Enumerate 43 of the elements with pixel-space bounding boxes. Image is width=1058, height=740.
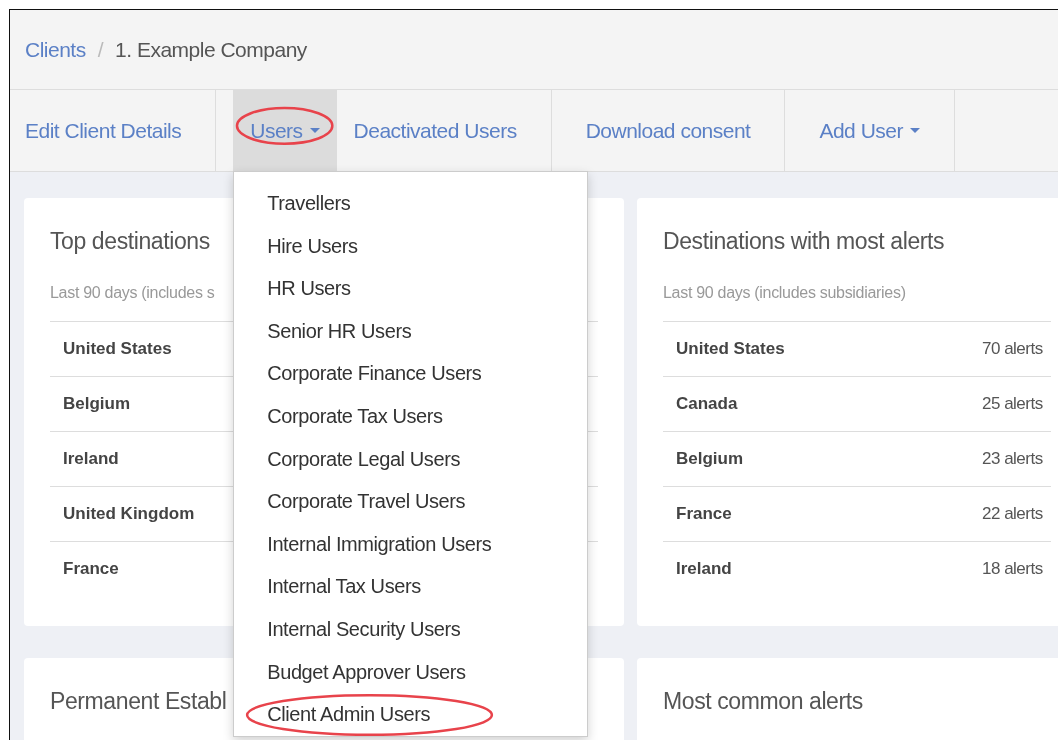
menu-item[interactable]: Internal Tax Users: [234, 565, 588, 608]
menu-item[interactable]: Hire Users: [234, 224, 588, 268]
caret-icon: [910, 128, 920, 133]
alert-count: 70 alerts: [982, 337, 1043, 360]
country-name: United Kingdom: [63, 503, 195, 523]
country-name: Belgium: [676, 448, 744, 468]
menu-item[interactable]: Corporate Legal Users: [234, 437, 588, 481]
country-name: Ireland: [676, 558, 732, 578]
country-name: Canada: [676, 393, 738, 413]
country-name: France: [676, 503, 732, 523]
menu-item[interactable]: Corporate Finance Users: [234, 352, 588, 395]
breadcrumb-link[interactable]: Clients: [25, 33, 86, 66]
alert-count: 22 alerts: [982, 502, 1043, 525]
caret-icon: [309, 128, 320, 133]
menu-item[interactable]: Client Admin Users: [234, 693, 588, 736]
country-name: France: [63, 558, 119, 578]
card-title: Destinations with most alerts: [663, 228, 945, 254]
alert-count: 25 alerts: [982, 392, 1043, 415]
menu-item[interactable]: Internal Immigration Users: [234, 522, 588, 566]
nav-tab[interactable]: Add User: [802, 90, 937, 171]
card-title: Most common alerts: [663, 687, 863, 714]
menu-item[interactable]: Internal Security Users: [234, 607, 588, 651]
menu-item[interactable]: Travellers: [234, 182, 588, 225]
country-name: United States: [676, 338, 785, 358]
menu-item[interactable]: Senior HR Users: [234, 309, 588, 353]
menu-item[interactable]: Budget Approver Users: [234, 650, 588, 694]
country-name: United States: [63, 338, 172, 358]
country-name: Ireland: [63, 448, 119, 468]
alert-count: 18 alerts: [982, 557, 1043, 580]
nav-tab[interactable]: Edit Client Details: [10, 90, 199, 171]
alert-count: 23 alerts: [982, 447, 1043, 470]
card-title: Permanent Establ: [50, 687, 227, 714]
menu-item[interactable]: Corporate Travel Users: [234, 480, 588, 523]
country-name: Belgium: [63, 393, 131, 413]
menu-item[interactable]: Corporate Tax Users: [234, 394, 588, 438]
menu-item[interactable]: HR Users: [234, 267, 588, 310]
card-subtitle: Last 90 days (includes s: [50, 283, 215, 301]
card-title: Top destinations: [50, 228, 210, 254]
breadcrumb-current: 1. Example Company: [115, 36, 307, 63]
nav-tab[interactable]: Download consent: [568, 90, 768, 171]
nav-tab[interactable]: Deactivated Users: [336, 90, 534, 171]
breadcrumb-separator: /: [97, 36, 104, 63]
card-subtitle: Last 90 days (includes subsidiaries): [663, 283, 906, 301]
